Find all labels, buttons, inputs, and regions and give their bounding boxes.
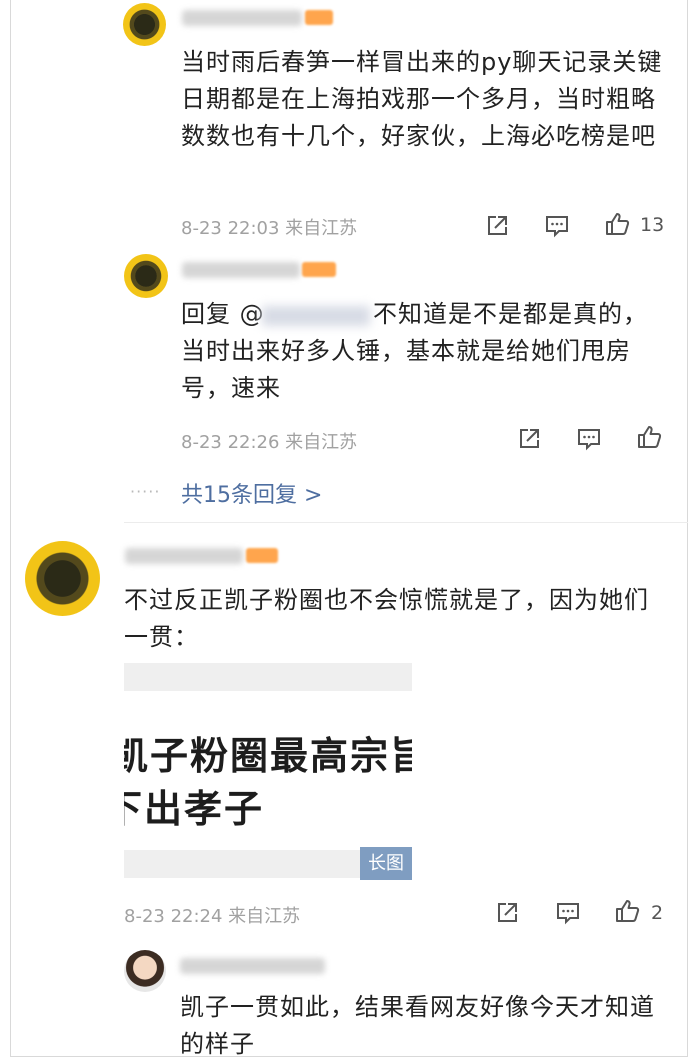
long-image-badge: 长图 — [360, 847, 412, 880]
like-icon[interactable] — [614, 898, 640, 924]
reply-username-blurred[interactable] — [180, 958, 325, 974]
reply-avatar[interactable] — [124, 254, 168, 298]
share-icon[interactable] — [516, 426, 542, 452]
image-text-line2: 下出孝子 — [124, 787, 265, 831]
like-count: 2 — [651, 902, 664, 924]
username-blurred[interactable] — [125, 548, 243, 564]
avatar[interactable] — [25, 541, 100, 616]
like-icon[interactable] — [636, 424, 662, 450]
reply-username-blurred[interactable] — [182, 262, 300, 278]
more-replies-link[interactable]: 共15条回复 > — [181, 477, 322, 509]
reply-text: 不知道是不是都是真的，当时出来好多人锤，基本就是给她们甩房号，速来 — [181, 300, 648, 402]
reply-meta: 8-23 22:26 来自江苏 — [181, 432, 358, 453]
long-image-attachment[interactable]: 凯子粉圈最高宗旨 下出孝子 长图 — [124, 660, 412, 880]
image-band-bottom — [124, 850, 360, 878]
share-icon[interactable] — [484, 213, 510, 239]
comment-meta: 8-23 22:24 来自江苏 — [124, 906, 301, 927]
image-text-line1: 凯子粉圈最高宗旨 — [124, 734, 412, 778]
comment-text: 当时雨后春笋一样冒出来的py聊天记录关键日期都是在上海拍戏那一个多月，当时粗略数… — [181, 48, 663, 150]
comment-divider — [124, 522, 688, 523]
comment-icon[interactable] — [544, 213, 570, 239]
comment-icon[interactable] — [576, 426, 602, 452]
comment-panel — [10, 0, 688, 1057]
comment-icon[interactable] — [555, 900, 581, 926]
vip-badge — [246, 548, 278, 563]
comment-meta: 8-23 22:03 来自江苏 — [181, 218, 358, 239]
reply-vip-badge — [302, 262, 336, 277]
comment-text: 不过反正凯子粉圈也不会惊慌就是了，因为她们一贯： — [124, 586, 649, 651]
vip-badge — [305, 10, 333, 25]
reply-text: 凯子一贯如此，结果看网友好像今天才知道的样子 — [180, 993, 655, 1058]
avatar[interactable] — [123, 3, 166, 46]
like-icon[interactable] — [604, 211, 630, 237]
reply-avatar[interactable] — [124, 950, 166, 992]
image-band-top — [124, 663, 412, 691]
username-blurred[interactable] — [182, 10, 302, 26]
thread-dots: ····· — [130, 482, 161, 501]
like-count: 13 — [640, 214, 665, 236]
share-icon[interactable] — [494, 900, 520, 926]
